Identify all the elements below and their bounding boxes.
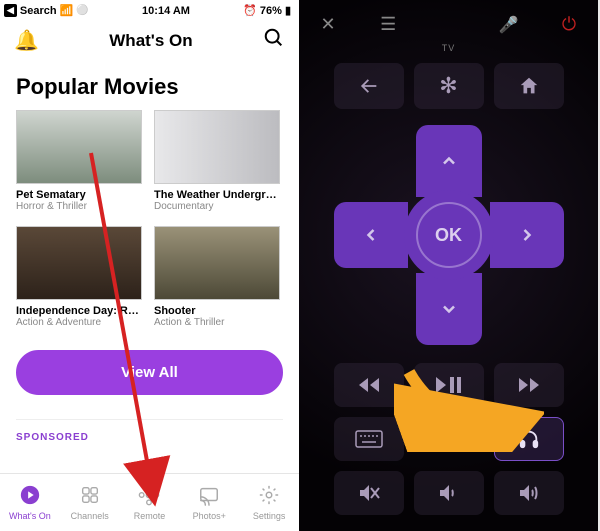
close-icon[interactable]: ✕ bbox=[315, 14, 341, 35]
tab-label: Photos+ bbox=[193, 511, 226, 521]
movie-genre: Action & Thriller bbox=[154, 317, 280, 328]
battery-icon: ▮ bbox=[285, 4, 291, 17]
back-label[interactable]: Search bbox=[20, 5, 57, 17]
remote-screen: ✕ ☰ 🎤 ⏻ TV ✻ OK bbox=[299, 0, 598, 531]
alarm-icon: ⏰ bbox=[243, 4, 257, 17]
movie-thumbnail bbox=[16, 226, 142, 300]
search-icon[interactable] bbox=[263, 27, 285, 54]
status-time: 10:14 AM bbox=[142, 5, 190, 17]
movie-title: The Weather Undergro… bbox=[154, 189, 280, 201]
tab-label: Channels bbox=[71, 511, 109, 521]
rewind-button[interactable] bbox=[334, 363, 404, 407]
dpad-up[interactable] bbox=[416, 125, 482, 197]
movie-list: Independence Day: Res… Action & Adventur… bbox=[0, 226, 299, 328]
keyboard-button[interactable] bbox=[334, 417, 404, 461]
dpad-right[interactable] bbox=[490, 202, 564, 268]
movie-title: Shooter bbox=[154, 305, 280, 317]
tab-settings[interactable]: Settings bbox=[239, 474, 299, 531]
back-button[interactable] bbox=[334, 63, 404, 109]
wifi-icon: ⚪ bbox=[76, 5, 88, 16]
view-all-button[interactable]: View All bbox=[16, 350, 283, 395]
tab-channels[interactable]: Channels bbox=[60, 474, 120, 531]
status-bar: ◀ Search 📶 ⚪ 10:14 AM ⏰ 76% ▮ bbox=[0, 0, 299, 17]
remote-icon bbox=[138, 484, 160, 508]
mute-button[interactable] bbox=[334, 471, 404, 515]
movie-card[interactable]: Independence Day: Res… Action & Adventur… bbox=[16, 226, 142, 328]
movie-genre: Horror & Thriller bbox=[16, 201, 142, 212]
tab-bar: What's On Channels Remote Photos+ Settin… bbox=[0, 473, 299, 531]
signal-icon: 📶 bbox=[60, 4, 74, 17]
dpad-left[interactable] bbox=[334, 202, 408, 268]
app-screen: ◀ Search 📶 ⚪ 10:14 AM ⏰ 76% ▮ 🔔 What's O… bbox=[0, 0, 299, 531]
remote-playback-row bbox=[299, 363, 598, 407]
gear-icon bbox=[258, 484, 280, 508]
remote-top-bar: ✕ ☰ 🎤 ⏻ bbox=[299, 0, 598, 43]
tab-whats-on[interactable]: What's On bbox=[0, 474, 60, 531]
play-pause-button[interactable] bbox=[414, 363, 484, 407]
power-icon[interactable]: ⏻ bbox=[556, 14, 582, 35]
grid-icon bbox=[79, 484, 101, 508]
dpad-down[interactable] bbox=[416, 273, 482, 345]
mic-icon[interactable]: 🎤 bbox=[496, 15, 522, 35]
menu-icon[interactable]: ☰ bbox=[375, 14, 401, 35]
movie-card[interactable]: Shooter Action & Thriller bbox=[154, 226, 280, 328]
tab-remote[interactable]: Remote bbox=[120, 474, 180, 531]
tab-label: Remote bbox=[134, 511, 166, 521]
tab-label: Settings bbox=[253, 511, 286, 521]
movie-title: Independence Day: Res… bbox=[16, 305, 142, 317]
ok-label: OK bbox=[416, 202, 482, 268]
remote-nav-row: ✻ bbox=[299, 63, 598, 109]
dpad: OK bbox=[334, 125, 564, 345]
movie-card[interactable]: Pet Sematary Horror & Thriller bbox=[16, 110, 142, 212]
sponsored-label: SPONSORED bbox=[16, 419, 283, 443]
movie-thumbnail bbox=[154, 226, 280, 300]
remote-extra-row bbox=[299, 417, 598, 461]
movie-list: Pet Sematary Horror & Thriller The Weath… bbox=[0, 110, 299, 212]
fast-forward-button[interactable] bbox=[494, 363, 564, 407]
play-circle-icon bbox=[19, 484, 41, 508]
back-to-search[interactable]: ◀ bbox=[4, 4, 17, 17]
movie-card[interactable]: The Weather Undergro… Documentary bbox=[154, 110, 280, 212]
movie-genre: Action & Adventure bbox=[16, 317, 142, 328]
dpad-ok[interactable]: OK bbox=[404, 190, 494, 280]
home-button[interactable] bbox=[494, 63, 564, 109]
volume-down-button[interactable] bbox=[414, 471, 484, 515]
battery-pct: 76% bbox=[260, 5, 282, 17]
movie-thumbnail bbox=[154, 110, 280, 184]
section-title: Popular Movies bbox=[0, 60, 299, 110]
options-button[interactable]: ✻ bbox=[414, 63, 484, 109]
remote-volume-row bbox=[299, 471, 598, 515]
notifications-icon[interactable]: 🔔 bbox=[14, 28, 39, 53]
movie-title: Pet Sematary bbox=[16, 189, 142, 201]
headphones-button[interactable] bbox=[494, 417, 564, 461]
tab-photos[interactable]: Photos+ bbox=[179, 474, 239, 531]
header: 🔔 What's On bbox=[0, 17, 299, 60]
cast-icon bbox=[198, 484, 220, 508]
tab-label: What's On bbox=[9, 511, 51, 521]
movie-thumbnail bbox=[16, 110, 142, 184]
page-title: What's On bbox=[109, 31, 192, 51]
volume-up-button[interactable] bbox=[494, 471, 564, 515]
movie-genre: Documentary bbox=[154, 201, 280, 212]
device-label: TV bbox=[299, 43, 598, 53]
